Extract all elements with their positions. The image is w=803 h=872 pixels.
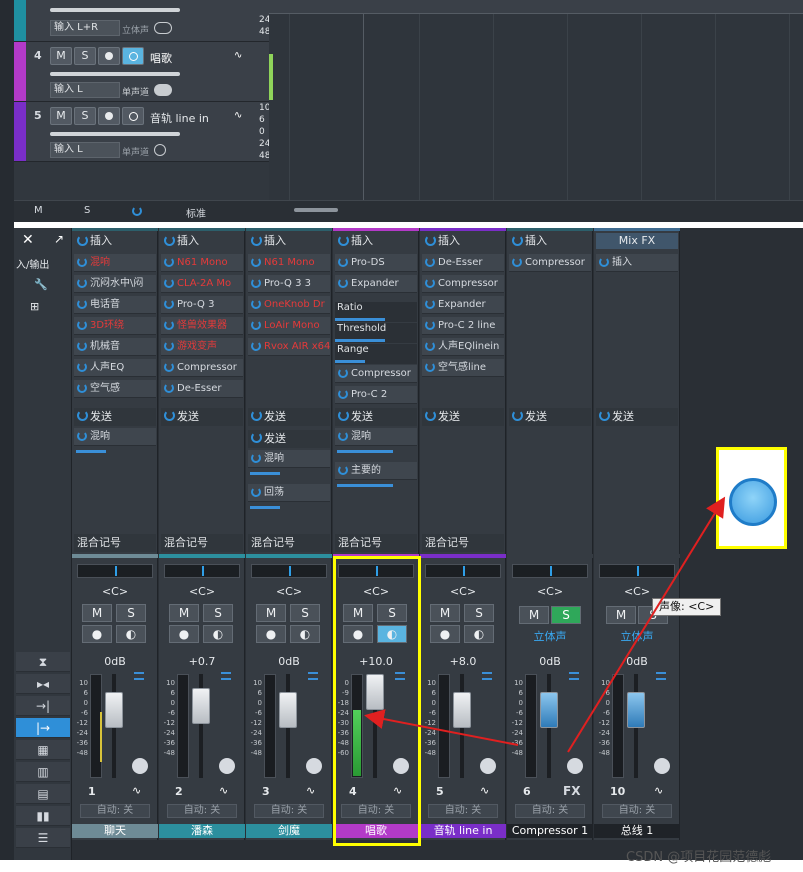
- screenshot-root: 输入 L+R 立体声 4 M S 唱歌 ∿ 输入 L 单声道 5 M S 音轨 …: [0, 0, 803, 872]
- annotation-arrows: [364, 496, 726, 753]
- watermark: CSDN @项目花园范德彪: [626, 850, 772, 865]
